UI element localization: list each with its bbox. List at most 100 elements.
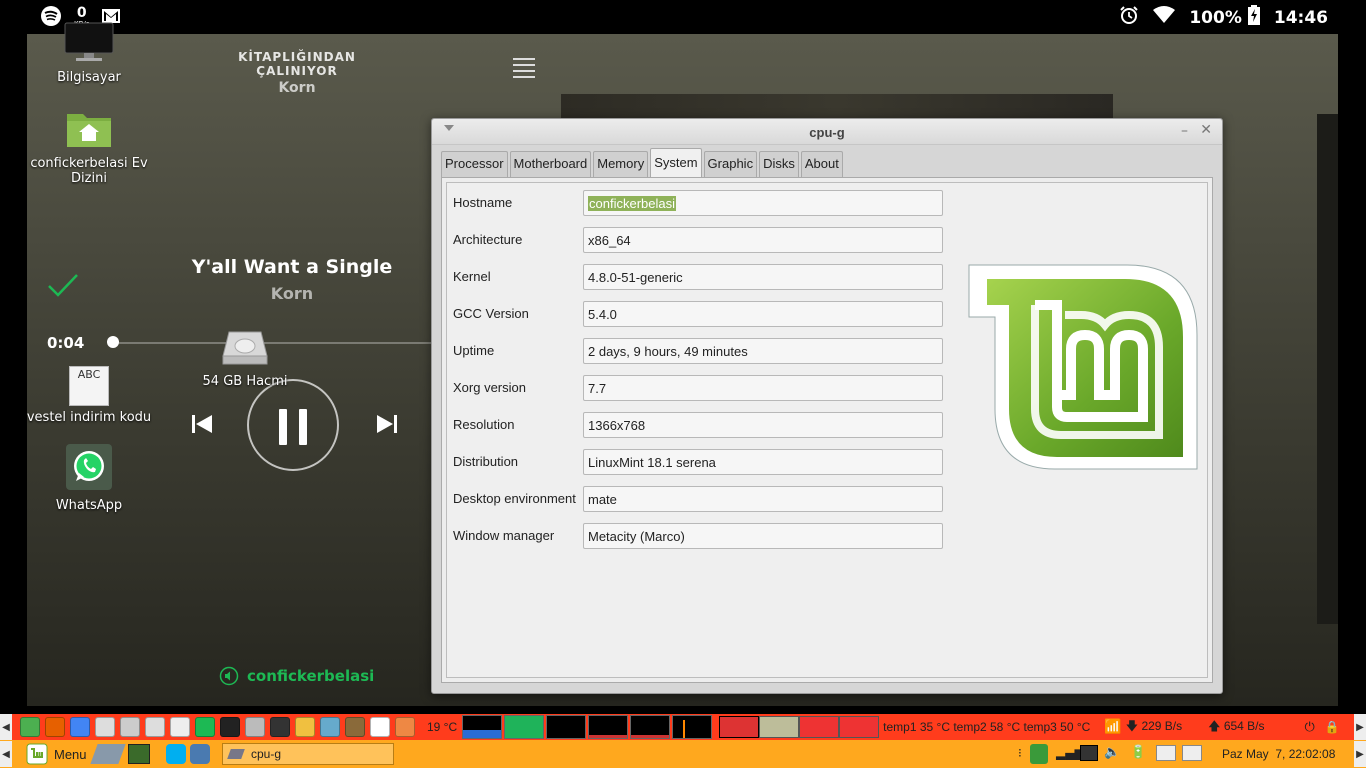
show-desktop-icon[interactable] xyxy=(90,744,126,764)
shield-icon[interactable] xyxy=(1030,744,1048,764)
window-thumb[interactable] xyxy=(799,716,840,738)
architecture-value[interactable]: x86_64 xyxy=(583,227,943,253)
field-xorg-version: Xorg version 7.7 xyxy=(453,375,943,401)
cpu-g-window: cpu-g – ✕ Processor Motherboard Memory S… xyxy=(431,118,1223,694)
calculator-launcher-icon[interactable] xyxy=(170,717,190,737)
chromium-launcher-icon[interactable] xyxy=(70,717,90,737)
xorg-version-value[interactable]: 7.7 xyxy=(583,375,943,401)
desktop-icon-computer[interactable]: Bilgisayar xyxy=(24,22,154,85)
tab-system[interactable]: System xyxy=(650,148,702,177)
desktop-icon-label: vestel indirim kodu xyxy=(26,410,152,425)
network-graph xyxy=(546,715,587,739)
desktop-icon-home[interactable]: confickerbelasi Ev Dizini xyxy=(24,110,154,186)
tab-about[interactable]: About xyxy=(800,151,843,177)
drive-icon[interactable] xyxy=(1156,745,1176,761)
panel-clock[interactable]: Paz May 7, 22:02:08 xyxy=(1222,747,1335,761)
window-titlebar[interactable]: cpu-g – ✕ xyxy=(432,119,1222,145)
cpu-g-app-icon xyxy=(227,749,245,759)
paint-palette-launcher-icon[interactable] xyxy=(395,717,415,737)
playing-from-name: Korn xyxy=(278,80,316,96)
skype-icon[interactable] xyxy=(166,744,186,764)
monitor-icon[interactable] xyxy=(1080,745,1098,761)
gimp-launcher-icon[interactable] xyxy=(345,717,365,737)
hostname-value[interactable]: confickerbelasi xyxy=(583,190,943,216)
linux-mint-logo xyxy=(965,257,1201,474)
browser-icon[interactable] xyxy=(190,744,210,764)
terminal-launcher-icon[interactable] xyxy=(220,717,240,737)
desktop-environment-value[interactable]: mate xyxy=(583,486,943,512)
firefox-launcher-icon[interactable] xyxy=(45,717,65,737)
chrome-window-thumb[interactable] xyxy=(719,716,760,738)
device-name: confickerbelasi xyxy=(247,667,375,685)
lock-icon[interactable]: 🔒 xyxy=(1325,720,1340,734)
video-player-launcher-icon[interactable] xyxy=(270,717,290,737)
window-thumb[interactable] xyxy=(839,716,880,738)
tray-dots-icon[interactable]: ⁝ xyxy=(1018,746,1022,760)
field-resolution: Resolution 1366x768 xyxy=(453,412,943,438)
paint-launcher-icon[interactable] xyxy=(295,717,315,737)
spotify-launcher-icon[interactable] xyxy=(195,717,215,737)
chrome-launcher-icon[interactable] xyxy=(20,717,40,737)
weather-temp: 19 °C xyxy=(427,720,458,734)
scroll-right-icon[interactable]: ▶ xyxy=(1354,714,1366,740)
pause-button[interactable] xyxy=(247,379,339,471)
desktop-icon-whatsapp[interactable]: WhatsApp xyxy=(24,444,154,513)
close-icon[interactable]: ✕ xyxy=(1200,122,1212,138)
track-title: Y'all Want a Single xyxy=(191,256,393,278)
taskbar-item-cpu-g[interactable]: cpu-g xyxy=(222,743,394,765)
minimize-icon[interactable]: – xyxy=(1181,123,1188,139)
battery-icon xyxy=(1247,5,1260,30)
system-monitor-launcher-icon[interactable] xyxy=(245,717,265,737)
window-thumb[interactable] xyxy=(759,716,800,738)
scroll-right-icon[interactable]: ▶ xyxy=(1354,741,1366,767)
text-editor-launcher-icon[interactable] xyxy=(95,717,115,737)
saved-check-icon[interactable] xyxy=(47,272,79,301)
drive-icon[interactable] xyxy=(1182,745,1202,761)
battery-tray-icon[interactable]: 🔋 xyxy=(1130,745,1146,760)
field-hostname: Hostname confickerbelasi xyxy=(453,190,943,216)
taskbar-windows xyxy=(719,716,880,738)
volume-icon[interactable]: 🔈 xyxy=(1104,745,1120,760)
workspace-icon[interactable] xyxy=(128,744,150,764)
clock: 14:46 xyxy=(1273,7,1328,28)
scroll-left-icon[interactable]: ◀ xyxy=(0,714,12,740)
distribution-value[interactable]: LinuxMint 18.1 serena xyxy=(583,449,943,475)
disk-launcher-icon[interactable] xyxy=(120,717,140,737)
desktop-icon-volume[interactable]: 54 GB Hacmi xyxy=(180,330,310,389)
cpu-graph xyxy=(462,715,503,739)
tab-processor[interactable]: Processor xyxy=(441,151,508,177)
load-graph xyxy=(630,715,671,739)
tab-disks[interactable]: Disks xyxy=(759,151,799,177)
desktop-icon-text-file[interactable]: ABC vestel indirim kodu xyxy=(24,366,154,425)
uptime-value[interactable]: 2 days, 9 hours, 49 minutes xyxy=(583,338,943,364)
tab-bar: Processor Motherboard Memory System Grap… xyxy=(441,148,843,177)
playing-from[interactable]: KİTAPLIĞINDAN ÇALINIYOR Korn xyxy=(202,50,392,96)
progress-knob[interactable] xyxy=(107,336,119,348)
desktop-icon-label: 54 GB Hacmi xyxy=(202,374,288,389)
next-icon[interactable] xyxy=(375,412,399,439)
field-window-manager: Window manager Metacity (Marco) xyxy=(453,523,943,549)
tab-motherboard[interactable]: Motherboard xyxy=(509,151,592,177)
image-viewer-launcher-icon[interactable] xyxy=(320,717,340,737)
scroll-left-icon[interactable]: ◀ xyxy=(0,741,12,767)
previous-icon[interactable] xyxy=(190,412,214,439)
tab-memory[interactable]: Memory xyxy=(593,151,649,177)
elapsed-time: 0:04 xyxy=(47,334,85,352)
resolution-value[interactable]: 1366x768 xyxy=(583,412,943,438)
gcc-version-value[interactable]: 5.4.0 xyxy=(583,301,943,327)
connect-device[interactable]: confickerbelasi xyxy=(219,666,374,686)
menu-button[interactable]: Menu xyxy=(26,743,87,765)
kernel-value[interactable]: 4.8.0-51-generic xyxy=(583,264,943,290)
tab-graphic[interactable]: Graphic xyxy=(703,151,758,177)
network-icon: 📶 xyxy=(1104,719,1122,735)
notes-launcher-icon[interactable] xyxy=(370,717,390,737)
memory-graph xyxy=(504,715,545,739)
battery-percent: 100% xyxy=(1189,7,1242,28)
track-artist: Korn xyxy=(270,284,314,303)
window-manager-value[interactable]: Metacity (Marco) xyxy=(583,523,943,549)
power-icon[interactable]: ⏻ xyxy=(1305,720,1315,735)
disk-graph xyxy=(672,715,713,739)
usb-launcher-icon[interactable] xyxy=(145,717,165,737)
system-panel: Hostname confickerbelasi Architecture x8… xyxy=(441,177,1213,683)
queue-icon[interactable] xyxy=(513,58,535,82)
